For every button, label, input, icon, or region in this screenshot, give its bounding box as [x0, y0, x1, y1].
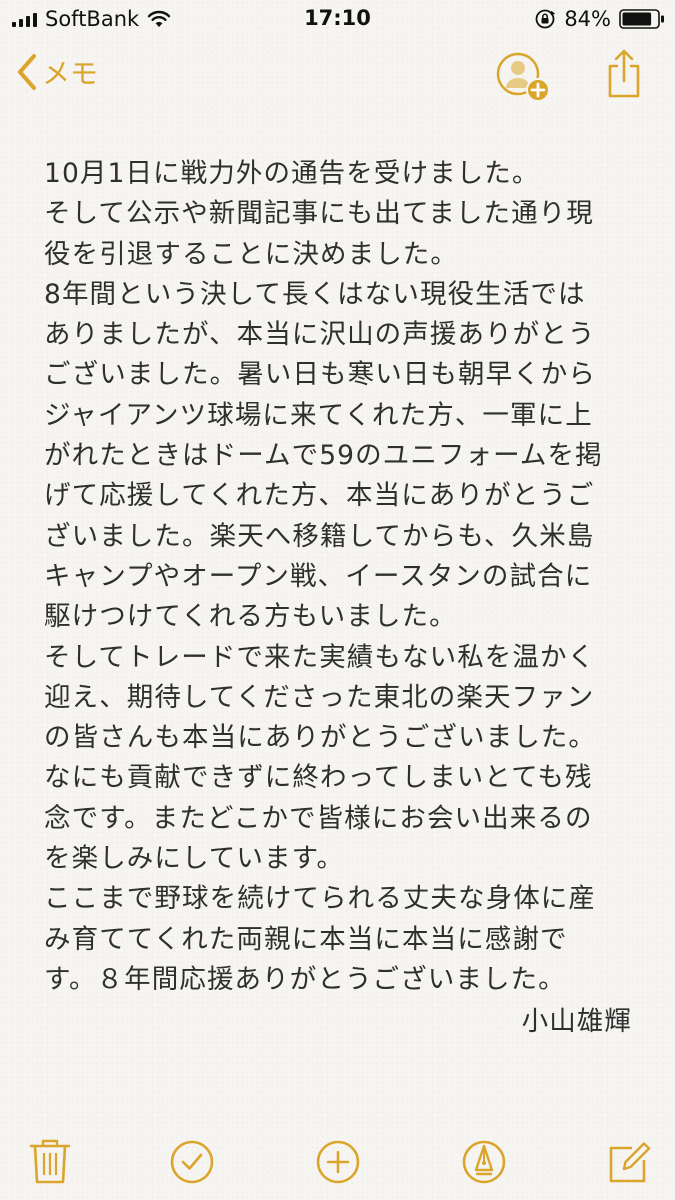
status-right: 84%: [534, 6, 665, 32]
note-line: 10月1日に戦力外の通告を受けました。: [44, 158, 540, 189]
note-signature: 小山雄輝: [521, 1006, 632, 1038]
note-line: み育ててくれた両親に本当に本当に感謝で: [44, 923, 568, 955]
trash-icon: [29, 1139, 71, 1184]
note-line: す。８年間応援ありがとうございました。: [44, 963, 566, 995]
back-label: メモ: [42, 57, 99, 90]
note-line: ございました。暑い日も寒い日も朝早くから: [44, 359, 596, 391]
compose-button[interactable]: [606, 1136, 652, 1186]
checkmark-circle-icon: [170, 1140, 214, 1184]
note-line: キャンプやオープン戦、イースタンの試合に: [44, 560, 593, 592]
chevron-left-icon: [18, 54, 36, 90]
back-button[interactable]: メモ: [16, 52, 98, 92]
note-line: 8年間という決して長くはない現役生活では: [44, 278, 586, 310]
note-line: ざいました。楽天へ移籍してからも、久米島: [44, 520, 595, 552]
plus-circle-icon: [316, 1140, 360, 1184]
add-button[interactable]: [315, 1136, 361, 1186]
note-line: の皆さんも本当にありがとうございました。: [44, 722, 596, 754]
nav-bar: メモ: [0, 38, 675, 118]
bottom-toolbar: [0, 1128, 675, 1200]
share-icon: [608, 49, 640, 98]
add-person-button[interactable]: [492, 48, 554, 104]
pen-tip-circle-icon: [462, 1140, 506, 1184]
note-line: そしてトレードで来た実績もない私を温かく: [44, 641, 596, 673]
battery-icon: [619, 9, 664, 29]
note-line: ありましたが、本当に沢山の声援ありがとう: [44, 319, 596, 351]
note-line: 駆けつけてくれる方もいました。: [44, 601, 457, 633]
note-line: を楽しみにしています。: [44, 843, 345, 875]
markup-button[interactable]: [461, 1136, 507, 1186]
add-person-icon: [496, 52, 550, 102]
orientation-lock-icon: [535, 9, 556, 29]
note-line: げて応援してくれた方、本当にありがとうご: [44, 480, 595, 512]
battery-percent: 84%: [564, 7, 611, 31]
compose-icon: [609, 1142, 651, 1183]
note-line: 役を引退することに決めました。: [44, 238, 458, 270]
share-button[interactable]: [604, 48, 644, 100]
note-line: ここまで野球を続けてられる丈夫な身体に産: [44, 883, 596, 915]
note-line: 迎え、期待してくださった東北の楽天ファン: [44, 681, 595, 713]
note-line: がれたときはドームで59のユニフォームを掲: [44, 440, 603, 472]
status-bar: SoftBank 17:10 84%: [0, 0, 675, 38]
note-line: 念です。またどこかで皆様にお会い出来るの: [44, 802, 593, 834]
note-body[interactable]: 10月1日に戦力外の通告を受けました。そして公示や新聞記事にも出てました通り現役…: [44, 154, 644, 1043]
checklist-button[interactable]: [169, 1136, 215, 1186]
delete-button[interactable]: [27, 1136, 73, 1186]
note-line: そして公示や新聞記事にも出てました通り現: [44, 198, 594, 230]
note-line: なにも貢献できずに終わってしまいとても残: [44, 762, 593, 794]
note-line: ジャイアンツ球場に来てくれた方、一軍に上: [44, 399, 593, 431]
